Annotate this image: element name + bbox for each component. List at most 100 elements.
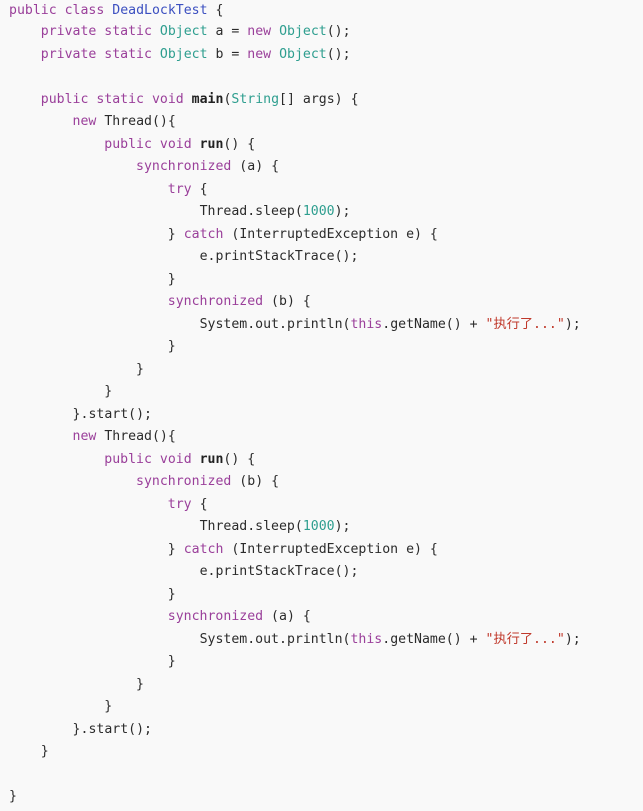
keyword: try — [167, 496, 192, 512]
code-line[interactable]: public static void main(String[] args) { — [0, 89, 643, 112]
keyword: void — [159, 136, 192, 152]
punctuation: ) — [159, 429, 168, 444]
code-line[interactable]: public void run() { — [0, 449, 643, 472]
punctuation: ) — [334, 91, 343, 107]
code-line[interactable]: new Thread(){ — [0, 426, 643, 449]
punctuation: { — [271, 474, 280, 489]
code-line[interactable]: } catch (InterruptedException e) { — [0, 539, 643, 562]
code-editor-view: public class DeadLockTest { private stat… — [0, 0, 643, 811]
code-line[interactable]: }.start(); — [0, 719, 643, 742]
method-name: run — [199, 451, 224, 467]
punctuation: ( — [128, 721, 137, 737]
cjk-text: 执行了 — [493, 631, 534, 647]
code-line[interactable]: } catch (InterruptedException e) { — [0, 224, 643, 247]
identifier: InterruptedException — [239, 541, 399, 557]
punctuation: ( — [334, 249, 343, 264]
cjk-text: 执行了 — [493, 316, 534, 332]
identifier: printStackTrace — [215, 249, 335, 264]
punctuation: . — [247, 631, 256, 647]
code-line[interactable]: }.start(); — [0, 404, 643, 427]
punctuation: { — [429, 541, 438, 557]
punctuation: ) — [286, 294, 295, 309]
code-line[interactable]: try { — [0, 179, 643, 202]
identifier: out — [255, 631, 279, 647]
code-line[interactable]: } — [0, 584, 643, 607]
method-name: main — [191, 91, 224, 107]
code-line[interactable]: public class DeadLockTest { — [0, 0, 643, 21]
punctuation: ) — [255, 474, 264, 489]
code-line[interactable]: private static Object b = new Object(); — [0, 44, 643, 67]
punctuation: { — [350, 91, 359, 107]
code-line[interactable]: } — [0, 696, 643, 719]
code-line[interactable]: synchronized (a) { — [0, 156, 643, 179]
code-line[interactable] — [0, 764, 643, 787]
punctuation: ; — [144, 406, 152, 422]
code-line[interactable]: } — [0, 359, 643, 382]
code-line[interactable]: e.printStackTrace(); — [0, 246, 643, 269]
code-line[interactable]: public void run() { — [0, 134, 643, 157]
punctuation: . — [278, 631, 287, 647]
identifier: e — [199, 564, 208, 579]
keyword: public — [104, 136, 152, 152]
keyword: new — [72, 114, 97, 129]
keyword: this — [350, 316, 383, 332]
punctuation: ( — [294, 204, 303, 219]
identifier: a — [278, 609, 287, 624]
punctuation: ) — [414, 226, 422, 242]
code-line[interactable]: } — [0, 674, 643, 697]
type-name: Object — [279, 46, 327, 62]
punctuation: + — [469, 316, 478, 332]
punctuation: } — [167, 586, 176, 602]
punctuation: ; — [350, 249, 359, 264]
identifier: Thread — [104, 429, 152, 444]
punctuation: ; — [572, 631, 581, 647]
code-line[interactable]: Thread.sleep(1000); — [0, 201, 643, 224]
punctuation: = — [231, 46, 240, 62]
code-line[interactable]: System.out.println(this.getName() + "执行了… — [0, 314, 643, 337]
keyword: public — [40, 91, 89, 107]
punctuation: ) — [231, 136, 240, 152]
code-line[interactable]: try { — [0, 494, 643, 517]
code-line[interactable]: private static Object a = new Object(); — [0, 21, 643, 44]
keyword: catch — [183, 541, 224, 557]
punctuation: ) — [334, 519, 343, 534]
keyword: public — [9, 3, 57, 18]
punctuation: } — [136, 676, 144, 692]
identifier: a — [215, 24, 224, 39]
punctuation: + — [469, 631, 478, 647]
punctuation: ; — [572, 316, 581, 332]
code-line[interactable]: } — [0, 786, 643, 809]
punctuation: { — [247, 136, 256, 152]
punctuation: ( — [128, 406, 137, 422]
code-line[interactable]: } — [0, 381, 643, 404]
code-line[interactable]: Thread.sleep(1000); — [0, 516, 643, 539]
punctuation: ) — [231, 451, 240, 467]
identifier: out — [255, 316, 279, 332]
code-line[interactable]: } — [0, 336, 643, 359]
identifier: e — [406, 226, 415, 242]
punctuation: . — [278, 316, 287, 332]
code-line[interactable] — [0, 66, 643, 89]
code-line[interactable]: synchronized (b) { — [0, 291, 643, 314]
keyword: this — [350, 631, 383, 647]
keyword: class — [64, 3, 105, 18]
punctuation: ( — [445, 631, 454, 647]
string-literal: "执行了..." — [485, 316, 565, 332]
code-line[interactable]: synchronized (b) { — [0, 471, 643, 494]
identifier: a — [247, 159, 256, 174]
keyword: void — [151, 91, 184, 107]
code-line[interactable]: } — [0, 651, 643, 674]
punctuation: . — [382, 316, 391, 332]
keyword: try — [167, 181, 192, 197]
punctuation: ; — [350, 564, 359, 579]
code-line[interactable]: } — [0, 269, 643, 292]
code-line[interactable]: System.out.println(this.getName() + "执行了… — [0, 629, 643, 652]
punctuation: { — [215, 3, 224, 18]
string-literal: "执行了..." — [485, 631, 565, 647]
code-line[interactable]: synchronized (a) { — [0, 606, 643, 629]
code-line[interactable]: } — [0, 741, 643, 764]
code-line[interactable]: e.printStackTrace(); — [0, 561, 643, 584]
keyword: static — [104, 24, 152, 39]
punctuation: ( — [294, 519, 303, 534]
code-line[interactable]: new Thread(){ — [0, 111, 643, 134]
